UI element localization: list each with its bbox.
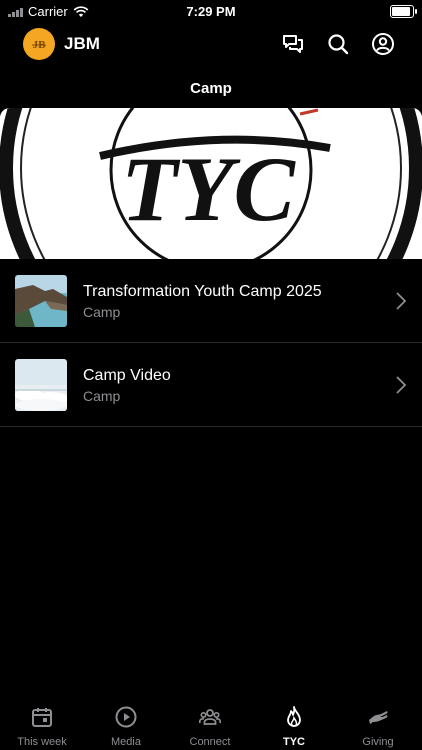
battery-level <box>392 7 410 16</box>
chat-icon[interactable] <box>281 32 305 56</box>
page-title: Camp <box>190 80 232 97</box>
profile-icon[interactable] <box>371 32 395 56</box>
hero-banner: TYC <box>0 108 422 259</box>
tab-label: Connect <box>189 736 231 748</box>
tab-giving[interactable]: Giving <box>336 700 420 750</box>
giving-hand-icon <box>369 711 388 724</box>
app-name: JBM <box>64 34 100 53</box>
calendar-icon <box>32 708 52 727</box>
tab-label: TYC <box>283 736 305 748</box>
tab-label: Media <box>111 736 141 748</box>
tab-tyc[interactable]: TYC <box>252 700 336 750</box>
item-subtitle: Camp <box>83 304 121 320</box>
list-item[interactable]: Camp Video Camp <box>0 343 422 427</box>
coastline-thumbnail <box>15 275 67 327</box>
tab-bar: This week Media Connect TYC Giving <box>0 700 422 750</box>
app-header: JB JBM <box>0 22 422 66</box>
status-bar: Carrier 7:29 PM <box>0 0 422 22</box>
tyc-logo-image: TYC <box>0 108 422 259</box>
avatar[interactable]: JB <box>23 28 55 60</box>
list-item[interactable]: Transformation Youth Camp 2025 Camp <box>0 259 422 343</box>
status-time: 7:29 PM <box>186 4 236 19</box>
clouds-thumbnail <box>15 359 67 411</box>
battery-icon <box>390 5 417 18</box>
search-icon[interactable] <box>326 32 350 56</box>
tab-this-week[interactable]: This week <box>0 700 84 750</box>
tyc-logo-text: TYC <box>121 138 296 240</box>
jbm-logo-icon: JB <box>32 39 46 51</box>
content-list: Transformation Youth Camp 2025 Camp Camp… <box>0 259 422 427</box>
flame-icon <box>287 706 301 727</box>
item-title: Camp Video <box>83 367 171 384</box>
chevron-right-icon <box>396 376 406 394</box>
tab-label: This week <box>17 736 67 748</box>
item-title: Transformation Youth Camp 2025 <box>83 283 322 300</box>
item-subtitle: Camp <box>83 388 121 404</box>
chevron-right-icon <box>396 292 406 310</box>
play-circle-icon <box>115 706 137 728</box>
tab-media[interactable]: Media <box>84 700 168 750</box>
tab-label: Giving <box>362 736 394 748</box>
people-icon <box>199 709 221 725</box>
tab-connect[interactable]: Connect <box>168 700 252 750</box>
